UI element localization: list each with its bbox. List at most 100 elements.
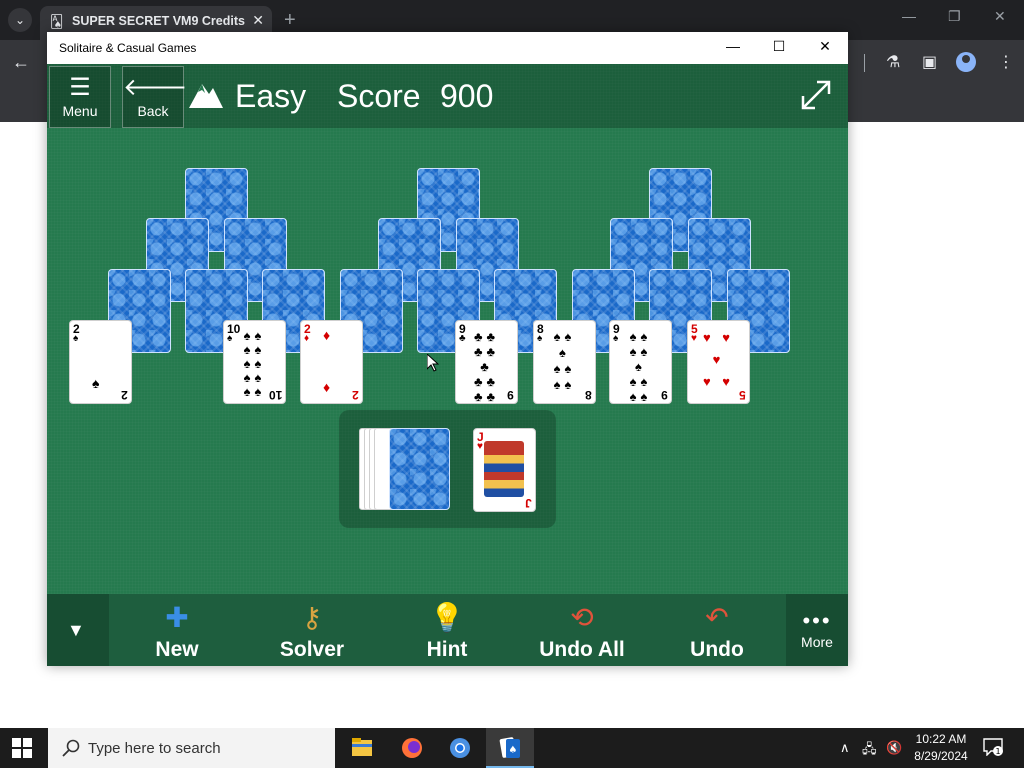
undo-label: Undo (690, 638, 744, 661)
browser-minimize-icon[interactable]: — (902, 8, 916, 24)
hint-label: Hint (426, 638, 468, 661)
mouse-cursor-icon (427, 354, 439, 372)
card-suit: ♣ (459, 333, 466, 344)
playing-card-2-diamonds[interactable]: 2 ♦ ♦ ♦ 2 (300, 320, 363, 404)
mountain-icon (189, 84, 223, 108)
clock-date: 8/29/2024 (914, 749, 968, 763)
menu-label: Menu (62, 103, 98, 119)
card-rank-corner: 10 (268, 388, 282, 402)
tab-close-icon[interactable]: ✕ (252, 12, 264, 29)
card-suit: ♠ (613, 333, 619, 344)
waste-card-jack-hearts[interactable]: J ♥ J (473, 428, 536, 512)
playing-card-10-spades[interactable]: 10 ♠ ♠♠ ♠♠ ♠♠ ♠♠ ♠♠ 10 (223, 320, 286, 404)
solver-button[interactable]: ⚷ Solver (252, 594, 372, 666)
browser-close-icon[interactable]: ✕ (994, 8, 1006, 25)
game-toolbar: ▼ ✚ New ⚷ Solver 💡 Hint ⟲ Undo All ↶ Und… (47, 594, 848, 666)
more-label: More (801, 634, 833, 650)
search-icon (62, 739, 80, 757)
card-rank-corner: 2 (352, 388, 359, 402)
spade-card-favicon-icon: 🂡 (50, 14, 64, 29)
card-suit: ♠ (227, 333, 233, 344)
card-suit: ♦ (304, 333, 310, 344)
profile-avatar-icon[interactable] (956, 52, 976, 72)
browser-back-icon[interactable]: ← (12, 52, 30, 73)
score-value: 900 (440, 78, 494, 114)
card-rank-corner: J (525, 496, 532, 510)
solitaire-taskbar-icon[interactable]: ♠ (486, 728, 534, 768)
tab-list-button[interactable]: ⌄ (8, 8, 32, 32)
card-pips: ♠♠ ♠♠ ♠ ♠♠ ♠♠ (629, 329, 652, 404)
playing-card-2-spades[interactable]: 2 ♠ ♠ 2 (69, 320, 132, 404)
jack-face-art (484, 441, 524, 497)
network-icon[interactable]: 🖧 (862, 740, 877, 762)
browser-maximize-icon[interactable]: ❐ (948, 8, 961, 25)
new-tab-button[interactable]: + (284, 8, 296, 32)
game-header: ☰ Menu 🡐 Back Easy Score 900 (47, 64, 848, 128)
hint-button[interactable]: 💡 Hint (387, 594, 507, 666)
file-explorer-taskbar-icon[interactable] (338, 728, 386, 768)
back-button[interactable]: 🡐 Back (122, 66, 188, 128)
card-pip: ♦ (323, 379, 331, 395)
card-rank-corner: 5 (739, 388, 746, 402)
labs-flask-icon[interactable]: ⚗ (886, 52, 900, 72)
fullscreen-icon[interactable] (799, 78, 833, 112)
card-pips: ♠♠ ♠♠ ♠♠ ♠♠ ♠♠ (243, 328, 266, 399)
chevron-down-icon: ▼ (67, 620, 85, 640)
windows-taskbar: Type here to search ♠ ∧ 🖧 🔇 10:22 AM 8/2… (0, 728, 1024, 768)
hamburger-icon: ☰ (69, 74, 91, 101)
card-pips: ♣♣ ♣♣ ♣ ♣♣ ♣♣ (473, 329, 500, 404)
more-dots-icon: ••• (802, 608, 832, 633)
undo-all-icon: ⟲ (570, 602, 594, 633)
undo-button[interactable]: ↶ Undo (657, 594, 777, 666)
chrome-taskbar-icon[interactable] (436, 728, 484, 768)
card-suit: ♠ (537, 333, 543, 344)
app-minimize-icon[interactable]: — (723, 38, 743, 54)
card-rank-corner: 2 (121, 388, 128, 402)
back-label: Back (137, 103, 169, 119)
clock-time: 10:22 AM (915, 732, 967, 746)
card-pip: ♦ (323, 327, 331, 343)
new-game-button[interactable]: ✚ New (117, 594, 237, 666)
windows-start-icon[interactable] (12, 738, 32, 758)
card-suit: ♥ (691, 333, 697, 344)
browser-menu-icon[interactable]: ⋮ (998, 52, 1014, 72)
plus-icon: ✚ (165, 602, 189, 633)
collapse-toolbar-button[interactable]: ▼ (47, 594, 109, 666)
stock-top-card[interactable] (389, 428, 450, 510)
menu-button[interactable]: ☰ Menu (49, 66, 111, 128)
card-rank-corner: 8 (585, 388, 592, 402)
app-window-title: Solitaire & Casual Games (59, 41, 197, 55)
app-titlebar: Solitaire & Casual Games — ☐ ✕ (47, 32, 848, 64)
back-arrow-icon: 🡐 (123, 74, 188, 101)
app-close-icon[interactable]: ✕ (815, 38, 835, 55)
toolbar-divider (864, 54, 865, 72)
show-hidden-icons-icon[interactable]: ∧ (840, 740, 850, 756)
volume-muted-icon[interactable]: 🔇 (886, 740, 902, 756)
score-label: Score (337, 78, 421, 114)
firefox-taskbar-icon[interactable] (388, 728, 436, 768)
undo-icon: ↶ (705, 602, 729, 633)
playing-card-9-clubs[interactable]: 9 ♣ ♣♣ ♣♣ ♣ ♣♣ ♣♣ 9 (455, 320, 518, 404)
playing-card-9-spades[interactable]: 9 ♠ ♠♠ ♠♠ ♠ ♠♠ ♠♠ 9 (609, 320, 672, 404)
more-button[interactable]: ••• More (786, 594, 848, 666)
difficulty-label: Easy (235, 78, 307, 114)
stock-waste-panel: J ♥ J (339, 410, 556, 528)
card-suit: ♠ (73, 333, 79, 344)
playing-card-8-spades[interactable]: 8 ♠ ♠♠ ♠ ♠♠ ♠♠ 8 (533, 320, 596, 404)
taskbar-clock[interactable]: 10:22 AM 8/29/2024 (908, 731, 974, 765)
undo-all-button[interactable]: ⟲ Undo All (522, 594, 642, 666)
card-rank-corner: 9 (661, 388, 668, 402)
app-maximize-icon[interactable]: ☐ (769, 38, 789, 55)
notification-icon[interactable]: 1 (983, 738, 1003, 756)
svg-text:♠: ♠ (509, 745, 518, 756)
lightbulb-icon: 💡 (429, 602, 465, 633)
card-suit: ♥ (477, 441, 483, 452)
notification-count: 1 (995, 747, 1000, 756)
card-pips: ♥ ♥ ♥ ♥ ♥ (702, 330, 735, 389)
side-panel-icon[interactable]: ▣ (922, 52, 937, 72)
search-placeholder: Type here to search (88, 740, 221, 757)
playing-card-5-hearts[interactable]: 5 ♥ ♥ ♥ ♥ ♥ ♥ 5 (687, 320, 750, 404)
stock-pile[interactable] (359, 428, 451, 510)
undo-all-label: Undo All (539, 638, 625, 661)
card-rank-corner: 9 (507, 388, 514, 402)
